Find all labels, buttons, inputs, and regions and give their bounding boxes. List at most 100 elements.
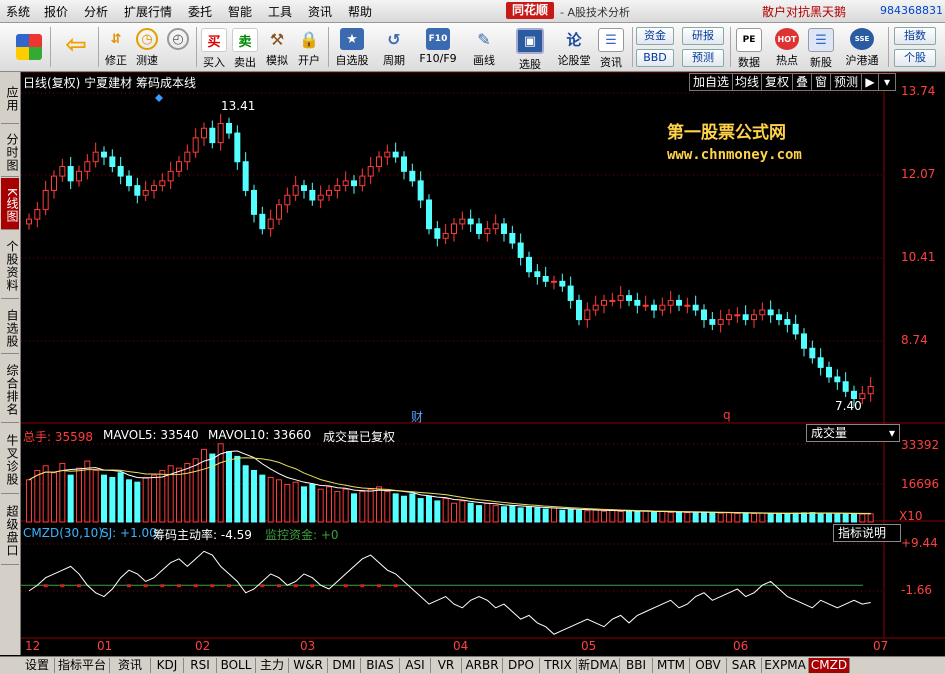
indicator-tab-sar[interactable]: SAR xyxy=(727,658,762,673)
sidebar-tab-diagnosis[interactable]: 牛叉诊股 xyxy=(1,424,19,494)
toolbar-watchlist-button[interactable]: ★ 自选股 xyxy=(332,23,372,71)
indicator-tab-w-r[interactable]: W&R xyxy=(289,658,328,673)
index-button[interactable]: 指数 xyxy=(894,27,936,45)
toolbar-hk-connect-label: 沪港通 xyxy=(845,54,879,67)
menu-tools[interactable]: 工具 xyxy=(268,3,292,20)
menu-order[interactable]: 委托 xyxy=(188,3,212,20)
toolbar-speed-button[interactable]: ◷ 测速 xyxy=(132,23,162,71)
candle-body xyxy=(109,156,116,168)
indicator-help-button[interactable]: 指标说明 xyxy=(833,524,901,542)
indicator-tab-expma[interactable]: EXPMA xyxy=(762,658,809,673)
indicator-tab-trix[interactable]: TRIX xyxy=(540,658,577,673)
toolbar-simulate-button[interactable]: ⚒ 模拟 xyxy=(262,23,292,71)
indicator-tab-boll[interactable]: BOLL xyxy=(217,658,256,673)
indicator-signal-mark xyxy=(227,584,231,588)
toolbar-period-button[interactable]: ↺ 周期 xyxy=(376,23,412,71)
toolbar-period-label: 周期 xyxy=(383,54,405,67)
forecast-chart-button[interactable]: 预测 xyxy=(830,73,862,91)
volume-bar xyxy=(409,493,416,523)
bbd-button[interactable]: BBD xyxy=(636,49,674,67)
expand-icon[interactable]: ▶ xyxy=(861,73,879,91)
toolbar-sell-label: 卖出 xyxy=(234,56,256,69)
candle-body xyxy=(159,180,166,187)
sidebar-tab-ranking[interactable]: 综合排名 xyxy=(1,355,19,423)
toolbar-draw-button[interactable]: ✎ 画线 xyxy=(466,23,502,71)
toolbar-buy-button[interactable]: 买 买入 xyxy=(199,23,229,71)
toolbar-open-account-button[interactable]: 🔒 开户 xyxy=(294,23,324,71)
toolbar-pick-stock-button[interactable]: ▣ 选股 xyxy=(512,23,548,71)
volume-bar xyxy=(759,512,766,523)
indicator-tab-dmi[interactable]: DMI xyxy=(328,658,361,673)
adjust-button[interactable]: 复权 xyxy=(761,73,793,91)
toolbar-sell-button[interactable]: 卖 卖出 xyxy=(230,23,260,71)
indicator-axis-tick: -1.66 xyxy=(901,583,933,597)
toolbar-fix-button[interactable]: ⇵ 修正 xyxy=(101,23,131,71)
finance-marker[interactable]: 财 xyxy=(411,408,423,425)
chart-area[interactable]: 日线(复权) 宁夏建材 筹码成本线 加自选 均线 复权 叠 窗 预测 ▶ ▾ 第… xyxy=(21,72,945,655)
window-button[interactable]: 窗 xyxy=(811,73,831,91)
indicator-chip-rate: 筹码主动率: -4.59 xyxy=(153,528,252,542)
menu-quote[interactable]: 报价 xyxy=(44,3,68,20)
sidebar-tab-stock-profile[interactable]: 个股资料 xyxy=(1,231,19,299)
toolbar-hot-button[interactable]: HOT 热点 xyxy=(772,23,802,71)
menu-news[interactable]: 资讯 xyxy=(308,3,332,20)
menu-system[interactable]: 系统 xyxy=(6,3,30,20)
toolbar-timer-button[interactable]: ◴ xyxy=(163,23,193,71)
menu-smart[interactable]: 智能 xyxy=(228,3,252,20)
add-watchlist-button[interactable]: 加自选 xyxy=(689,73,733,91)
back-button[interactable]: ⇦ xyxy=(60,23,92,71)
menu-extended-market[interactable]: 扩展行情 xyxy=(124,3,172,20)
volume-bar xyxy=(334,491,341,523)
indicator-tab-asi[interactable]: ASI xyxy=(400,658,431,673)
indicator-tab-obv[interactable]: OBV xyxy=(690,658,727,673)
indicator-tab-kdj[interactable]: KDJ xyxy=(151,658,184,673)
ma-button[interactable]: 均线 xyxy=(732,73,762,91)
kline-chart[interactable] xyxy=(21,72,945,655)
toolbar-hk-connect-button[interactable]: SSE 沪港通 xyxy=(840,23,884,71)
stock-button[interactable]: 个股 xyxy=(894,49,936,67)
indicator-tab-vr[interactable]: VR xyxy=(431,658,462,673)
event-marker[interactable]: q xyxy=(723,408,731,422)
chevron-down-icon[interactable]: ▾ xyxy=(878,73,896,91)
sidebar-tab-timeshare[interactable]: 分时图 xyxy=(1,125,19,177)
toolbar-info-button[interactable]: ☰ 资讯 xyxy=(596,23,626,71)
indicator-tab-rsi[interactable]: RSI xyxy=(184,658,217,673)
indicator-tab--[interactable]: 指标平台 xyxy=(55,658,110,673)
indicator-tab-mtm[interactable]: MTM xyxy=(653,658,690,673)
forum-icon: 论 xyxy=(566,30,582,49)
toolbar-data-button[interactable]: PE 数据 xyxy=(734,23,764,71)
indicator-tab--[interactable]: 主力 xyxy=(256,658,289,673)
indicator-tab--dma[interactable]: 新DMA xyxy=(577,658,620,673)
indicator-tab-arbr[interactable]: ARBR xyxy=(462,658,503,673)
indicator-tab-cmzd[interactable]: CMZD xyxy=(809,658,850,673)
indicator-tab-bias[interactable]: BIAS xyxy=(361,658,400,673)
menu-analysis[interactable]: 分析 xyxy=(84,3,108,20)
volume-indicator-dropdown[interactable]: 成交量 ▾ xyxy=(806,424,900,442)
promo-link[interactable]: 散户对抗黑天鹅 xyxy=(762,3,846,20)
sidebar-tab-kline[interactable]: K线图 xyxy=(1,178,19,230)
forecast-button[interactable]: 预测 xyxy=(682,49,724,67)
toolbar-forum-button[interactable]: 论 论股堂 xyxy=(554,23,594,71)
indicator-tab--[interactable]: 设置 xyxy=(20,658,55,673)
fund-button[interactable]: 资金 xyxy=(636,27,674,45)
layout-button[interactable] xyxy=(14,23,44,71)
indicator-signal-mark xyxy=(393,584,398,588)
indicator-tab-dpo[interactable]: DPO xyxy=(503,658,540,673)
sidebar-tab-watchlist[interactable]: 自选股 xyxy=(1,300,19,354)
sidebar-tab-apps[interactable]: 应用 xyxy=(1,72,19,124)
candle-body xyxy=(692,304,699,311)
overlay-button[interactable]: 叠 xyxy=(792,73,812,91)
candle-body xyxy=(317,194,324,201)
indicator-tab-bbi[interactable]: BBI xyxy=(620,658,653,673)
volume-bar xyxy=(26,479,32,523)
volume-bar xyxy=(617,510,624,523)
indicator-tab--[interactable]: 资讯 xyxy=(110,658,151,673)
volume-bar xyxy=(742,512,749,523)
toolbar-f10-button[interactable]: F10 F10/F9 xyxy=(416,23,460,71)
research-button[interactable]: 研报 xyxy=(682,27,724,45)
toolbar-new-stock-button[interactable]: ☰ 新股 xyxy=(806,23,836,71)
sidebar-tab-super-board[interactable]: 超级盘口 xyxy=(1,495,19,565)
menu-help[interactable]: 帮助 xyxy=(348,3,372,20)
candle-body xyxy=(67,166,74,182)
volume-bar xyxy=(476,505,482,523)
